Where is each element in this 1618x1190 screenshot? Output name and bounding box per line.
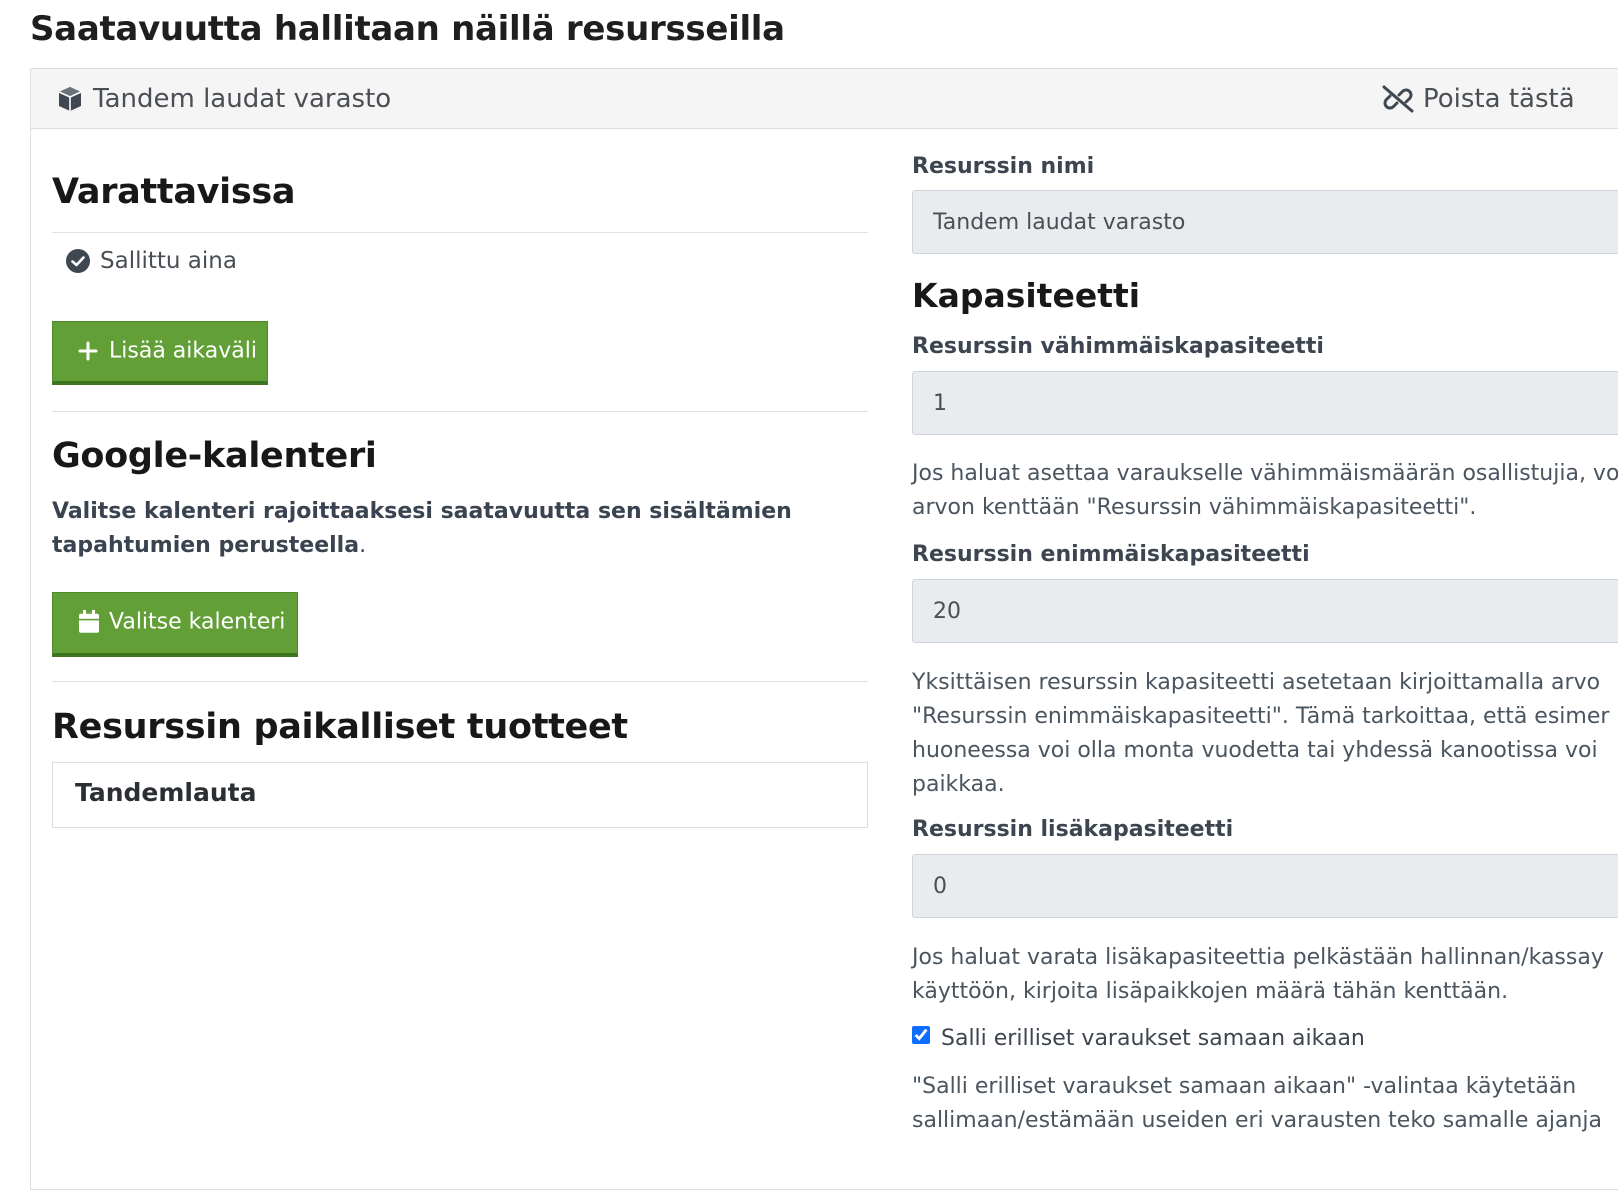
google-calendar-description: Valitse kalenteri rajoittaaksesi saatavu… [52, 495, 868, 563]
min-capacity-label: Resurssin vähimmäiskapasiteetti [912, 334, 1324, 359]
resource-name: Tandem laudat varasto [93, 84, 392, 114]
add-interval-button[interactable]: Lisää aikaväli [52, 321, 268, 385]
resource-name-label: Resurssin nimi [912, 154, 1095, 179]
unlink-label: Poista tästä [1423, 84, 1575, 114]
local-products-heading: Resurssin paikalliset tuotteet [52, 707, 628, 747]
google-calendar-description-text: Valitse kalenteri rajoittaaksesi saatavu… [52, 499, 792, 558]
min-capacity-help: Jos haluat asettaa varaukselle vähimmäis… [912, 461, 1618, 520]
add-interval-label: Lisää aikaväli [109, 337, 257, 363]
divider [52, 232, 868, 233]
resource-name-input[interactable] [912, 190, 1618, 254]
google-calendar-description-end: . [359, 533, 367, 558]
extra-capacity-label: Resurssin lisäkapasiteetti [912, 817, 1234, 842]
local-product-item[interactable]: Tandemlauta [52, 762, 868, 828]
allow-concurrent-label[interactable]: Salli erilliset varaukset samaan aikaan [941, 1022, 1365, 1056]
check-circle-icon [66, 249, 90, 273]
page-title: Saatavuutta hallitaan näillä resursseill… [30, 9, 785, 49]
availability-heading: Varattavissa [52, 172, 296, 212]
extra-capacity-input[interactable] [912, 854, 1618, 918]
google-calendar-heading: Google-kalenteri [52, 436, 377, 476]
unlink-icon [1382, 85, 1414, 113]
min-capacity-input[interactable] [912, 371, 1618, 435]
resource-card-header: Tandem laudat varasto Poista tästä [31, 69, 1618, 129]
cube-icon [58, 87, 82, 111]
divider [52, 411, 868, 412]
local-product-name: Tandemlauta [75, 778, 257, 807]
calendar-icon [79, 609, 99, 633]
max-capacity-input[interactable] [912, 579, 1618, 643]
allow-concurrent-help: "Salli erilliset varaukset samaan aikaan… [912, 1074, 1602, 1133]
plus-icon [78, 341, 98, 360]
extra-capacity-help: Jos haluat varata lisäkapasiteettia pelk… [912, 945, 1604, 1004]
max-capacity-label: Resurssin enimmäiskapasiteetti [912, 542, 1310, 567]
choose-calendar-button[interactable]: Valitse kalenteri [52, 592, 298, 657]
capacity-heading: Kapasiteetti [912, 276, 1141, 315]
divider [52, 681, 868, 682]
max-capacity-help: Yksittäisen resurssin kapasiteetti asete… [912, 670, 1610, 797]
allow-concurrent-checkbox[interactable] [912, 1026, 930, 1044]
choose-calendar-label: Valitse kalenteri [109, 609, 286, 635]
availability-rule-label: Sallittu aina [100, 248, 237, 274]
